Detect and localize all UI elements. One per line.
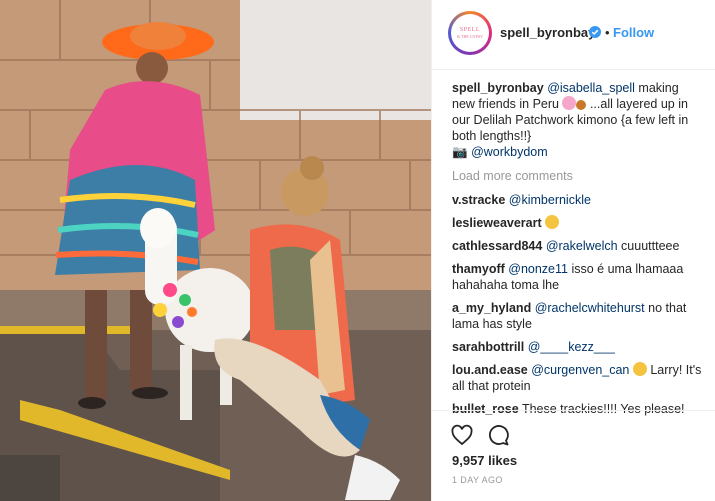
caption-username[interactable]: spell_byronbay	[452, 81, 544, 95]
comment-row: leslieweaverart	[452, 215, 704, 231]
avatar-logo-subtext: & THE GYPSY	[457, 34, 483, 39]
comment-row: sarahbottrill @____kezz___	[452, 339, 704, 355]
avatar-logo-text: SPELL	[459, 27, 481, 33]
comment-username[interactable]: cathlessard844	[452, 239, 542, 253]
header-separator: •	[605, 25, 610, 40]
caption-credit[interactable]: @workbydom	[471, 145, 548, 159]
comment-username[interactable]: a_my_hyland	[452, 301, 531, 315]
nerd-face-emoji-icon	[632, 362, 647, 376]
comment-row: a_my_hyland @rachelcwhitehurst no that l…	[452, 300, 704, 332]
comment-username[interactable]: lou.and.ease	[452, 363, 528, 377]
flower-emoji-icon	[562, 96, 577, 110]
smiling-face-emoji-icon	[545, 215, 560, 229]
comment-username[interactable]: leslieweaverart	[452, 216, 542, 230]
header-username[interactable]: spell_byronbay	[500, 25, 595, 40]
comment-mention[interactable]: @nonze11	[508, 262, 568, 276]
post-photo[interactable]	[0, 0, 431, 501]
load-more-comments-button[interactable]: Load more comments	[452, 168, 704, 184]
post-photo-image	[0, 0, 431, 501]
comment-text: cuuuttteee	[617, 239, 680, 253]
follow-button[interactable]: Follow	[613, 25, 654, 40]
camera-emoji-icon: 📷	[452, 145, 468, 159]
post-timestamp[interactable]: 1 DAY AGO	[452, 475, 503, 485]
instagram-post: SPELL & THE GYPSY spell_byronbay • Follo…	[0, 0, 715, 501]
comment-row: lou.and.ease @curgenven_can Larry! It's …	[452, 362, 704, 394]
likes-count[interactable]: 9,957 likes	[452, 453, 517, 468]
post-side-panel: SPELL & THE GYPSY spell_byronbay • Follo…	[431, 0, 715, 501]
comment-mention[interactable]: @rachelcwhitehurst	[535, 301, 645, 315]
comment-mention[interactable]: @rakelwelch	[546, 239, 618, 253]
paws-emoji-icon	[576, 100, 587, 110]
comment-row: thamyoff @nonze11 isso é uma lhamaaa hah…	[452, 261, 704, 293]
avatar-logo: SPELL & THE GYPSY	[451, 14, 489, 52]
comment-mention[interactable]: @____kezz___	[528, 340, 615, 354]
comment-mention[interactable]: @kimbernickle	[509, 193, 591, 207]
verified-badge-icon	[589, 26, 601, 38]
comment-row: v.stracke @kimbernickle	[452, 192, 704, 208]
avatar[interactable]: SPELL & THE GYPSY	[448, 11, 492, 55]
post-actions: 9,957 likes 1 DAY AGO	[432, 410, 715, 501]
comments-list: spell_byronbay @isabella_spell making ne…	[452, 80, 704, 424]
comment-row: cathlessard844 @rakelwelch cuuuttteee	[452, 238, 704, 254]
comment-icon[interactable]	[486, 423, 510, 447]
post-header: SPELL & THE GYPSY spell_byronbay • Follo…	[432, 0, 715, 70]
heart-icon[interactable]	[450, 423, 474, 447]
caption: spell_byronbay @isabella_spell making ne…	[452, 80, 704, 160]
caption-mention[interactable]: @isabella_spell	[547, 81, 635, 95]
comment-username[interactable]: thamyoff	[452, 262, 505, 276]
comment-mention[interactable]: @curgenven_can	[531, 363, 629, 377]
comment-username[interactable]: v.stracke	[452, 193, 505, 207]
comment-username[interactable]: sarahbottrill	[452, 340, 524, 354]
